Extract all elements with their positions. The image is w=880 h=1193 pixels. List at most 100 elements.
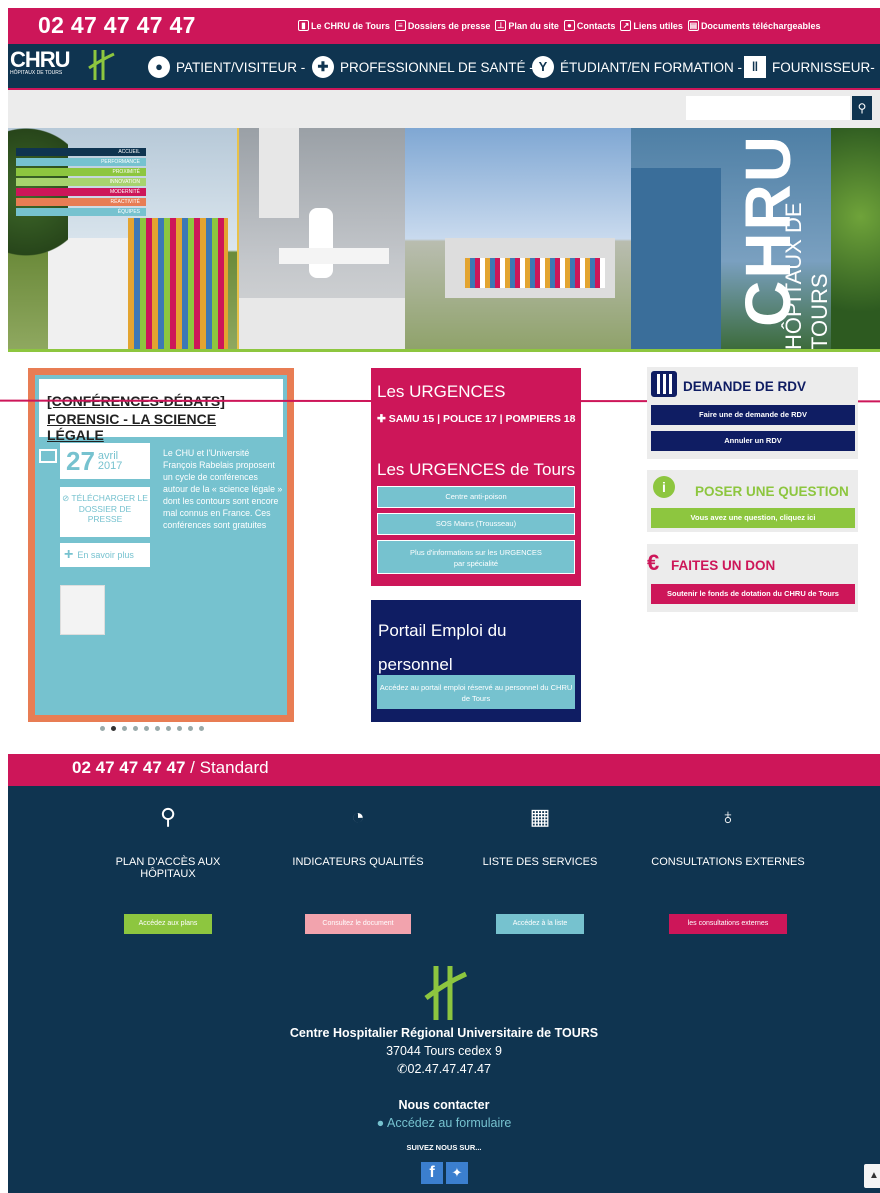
- emploi-box: Portail Emploi du personnel Accédez au p…: [371, 600, 581, 722]
- slider-dot[interactable]: [100, 726, 105, 731]
- question-box: i POSER UNE QUESTION Vous avez une quest…: [647, 470, 858, 532]
- donation-box: € FAITES UN DON Soutenir le fonds de dot…: [647, 544, 858, 612]
- slider-dot[interactable]: [155, 726, 160, 731]
- slider-dot[interactable]: [188, 726, 193, 731]
- search-button[interactable]: ⚲: [852, 96, 872, 120]
- services-button[interactable]: Accédez à la liste: [496, 914, 584, 934]
- calendar-icon: [651, 371, 677, 397]
- hero-banner[interactable]: ACCUEIL PERFORMANCE PROXIMITÉ INNOVATION…: [8, 128, 880, 350]
- quick-link-documents[interactable]: ▤ Documents téléchargeables: [687, 20, 820, 31]
- banner-menu-item[interactable]: ACCUEIL: [16, 148, 146, 156]
- chart-icon: ▮: [298, 20, 309, 31]
- nav-student[interactable]: Y ÉTUDIANT/EN FORMATION -: [532, 56, 742, 78]
- facebook-icon[interactable]: f: [421, 1162, 443, 1184]
- search-input[interactable]: [686, 96, 850, 120]
- quick-link-chru[interactable]: ▮ Le CHRU de Tours: [298, 20, 390, 31]
- barcode-icon: ‖: [744, 56, 766, 78]
- twitter-icon[interactable]: ✦: [446, 1162, 468, 1184]
- banner-menu-item[interactable]: PROXIMITÉ: [16, 168, 146, 176]
- hospital-icon: ▦: [529, 804, 551, 829]
- info-icon: i: [653, 476, 675, 498]
- news-thumbnail[interactable]: [60, 585, 105, 635]
- banner-menu-item[interactable]: ÉQUIPES: [16, 208, 146, 216]
- question-title: POSER UNE QUESTION: [695, 484, 849, 499]
- footer-col-indicators: ◔ INDICATEURS QUALITÉS Consultez le docu…: [278, 804, 438, 934]
- newspaper-icon: [39, 449, 57, 463]
- slider-dot[interactable]: [122, 726, 127, 731]
- sos-mains-button[interactable]: SOS Mains (Trousseau): [377, 513, 575, 535]
- slider-dot[interactable]: [111, 726, 116, 731]
- paperclip-icon: ⊘: [62, 493, 72, 503]
- ask-question-button[interactable]: Vous avez une question, cliquez ici: [651, 508, 855, 528]
- newspaper-icon: ≡: [394, 20, 406, 31]
- slider-dot[interactable]: [166, 726, 171, 731]
- download-press-button[interactable]: ⊘ TÉLÉCHARGER LE DOSSIER DE PRESSE: [60, 487, 150, 537]
- external-link-icon: ↗: [620, 20, 632, 31]
- slider-dots: [100, 726, 204, 731]
- footer-col-plan: ⚲ PLAN D'ACCÈS AUX HÔPITAUX Accédez aux …: [88, 804, 248, 934]
- ambulance-icon: ✚: [377, 413, 389, 425]
- banner-menu-item[interactable]: RÉACTIVITÉ: [16, 198, 146, 206]
- footer: ⚲ PLAN D'ACCÈS AUX HÔPITAUX Accédez aux …: [8, 786, 880, 1193]
- search-icon: ⚲: [857, 101, 867, 115]
- sitemap-icon: ⊥: [495, 20, 507, 31]
- emploi-portal-button[interactable]: Accédez au portail emploi réservé au per…: [377, 675, 575, 709]
- dashboard-icon: ◔: [351, 804, 365, 829]
- contact-form-link[interactable]: ● Accédez au formulaire: [8, 1114, 880, 1132]
- rdv-title: DEMANDE DE RDV: [683, 379, 807, 394]
- doctor-icon: ✚: [312, 56, 334, 78]
- banner-menu-item[interactable]: PERFORMANCE: [16, 158, 146, 166]
- footer-phone[interactable]: ✆02.47.47.47.47: [8, 1060, 880, 1078]
- user-icon: ●: [148, 56, 170, 78]
- news-header: [CONFÉRENCES-DÉBATS] FORENSIC - LA SCIEN…: [39, 379, 283, 443]
- banner-menu-item[interactable]: INNOVATION: [16, 178, 146, 186]
- footer-col-services: ▦ LISTE DES SERVICES Accédez à la liste: [460, 804, 620, 934]
- indicators-button[interactable]: Consultez le document: [305, 914, 411, 934]
- search-row: ⚲: [8, 90, 880, 128]
- news-summary: Le CHU et l'Université François Rabelais…: [163, 448, 283, 530]
- quick-link-useful[interactable]: ↗ Liens utiles: [620, 20, 683, 31]
- quick-link-press[interactable]: ≡ Dossiers de presse: [394, 20, 490, 31]
- top-bar: 02 47 47 47 47 ▮ Le CHRU de Tours ≡ Dossie…: [8, 8, 880, 44]
- news-title[interactable]: FORENSIC - LA SCIENCE LÉGALE: [47, 411, 275, 443]
- nav-patient[interactable]: ● PATIENT/VISITEUR -: [148, 56, 305, 78]
- urgences-info-button[interactable]: Plus d'informations sur les URGENCES par…: [377, 540, 575, 574]
- banner-photo-campus: [405, 128, 631, 350]
- donate-button[interactable]: Soutenir le fonds de dotation du CHRU de…: [651, 584, 855, 604]
- urgences-title: Les URGENCES: [377, 382, 506, 401]
- urgences-subtitle: Les URGENCES de Tours: [377, 460, 576, 479]
- standard-bar: 02 47 47 47 47 / Standard: [8, 754, 880, 786]
- phone-icon: ✆: [397, 1062, 408, 1076]
- news-slider[interactable]: [CONFÉRENCES-DÉBATS] FORENSIC - LA SCIEN…: [28, 368, 294, 722]
- top-phone: 02 47 47 47 47: [38, 12, 196, 38]
- banner-menu-item[interactable]: MODERNITÉ: [16, 188, 146, 196]
- plus-icon: +: [64, 546, 74, 563]
- read-more-button[interactable]: + En savoir plus: [60, 543, 150, 567]
- banner-photo-logo: CHRU HÔPITAUX DE TOURS: [631, 128, 880, 350]
- slider-dot[interactable]: [144, 726, 149, 731]
- request-rdv-button[interactable]: Faire une de demande de RDV: [651, 405, 855, 425]
- banner-menu: ACCUEIL PERFORMANCE PROXIMITÉ INNOVATION…: [16, 148, 146, 218]
- banner-divider: [8, 349, 880, 352]
- slider-dot[interactable]: [177, 726, 182, 731]
- quick-link-sitemap[interactable]: ⊥ Plan du site: [495, 20, 559, 31]
- poison-center-button[interactable]: Centre anti-poison: [377, 486, 575, 508]
- emergency-numbers: ✚ SAMU 15 | POLICE 17 | POMPIERS 18: [377, 413, 576, 425]
- slider-dot[interactable]: [199, 726, 204, 731]
- plans-button[interactable]: Accédez aux plans: [124, 914, 212, 934]
- cancel-rdv-button[interactable]: Annuler un RDV: [651, 431, 855, 451]
- standard-phone[interactable]: 02 47 47 47 47: [72, 758, 185, 777]
- emploi-title: Portail Emploi du personnel: [378, 621, 507, 674]
- consultations-button[interactable]: les consultations externes: [669, 914, 787, 934]
- logo-mark-icon: [88, 50, 115, 80]
- slider-dot[interactable]: [133, 726, 138, 731]
- nav-professional[interactable]: ✚ PROFESSIONNEL DE SANTÉ -: [312, 56, 534, 78]
- footer-contact: Nous contacter ● Accédez au formulaire: [8, 1096, 880, 1132]
- quick-link-contacts[interactable]: ● Contacts: [563, 20, 615, 31]
- site-logo[interactable]: CHRU HÔPITAUX DE TOURS: [10, 49, 71, 77]
- social-label: SUIVEZ NOUS SUR...: [406, 1143, 482, 1152]
- chevron-up-icon: ▲: [869, 1170, 879, 1181]
- scroll-top-button[interactable]: ▲: [864, 1164, 880, 1188]
- stethoscope-icon: ♁: [719, 804, 737, 829]
- nav-supplier[interactable]: ‖ FOURNISSEUR-: [744, 56, 875, 78]
